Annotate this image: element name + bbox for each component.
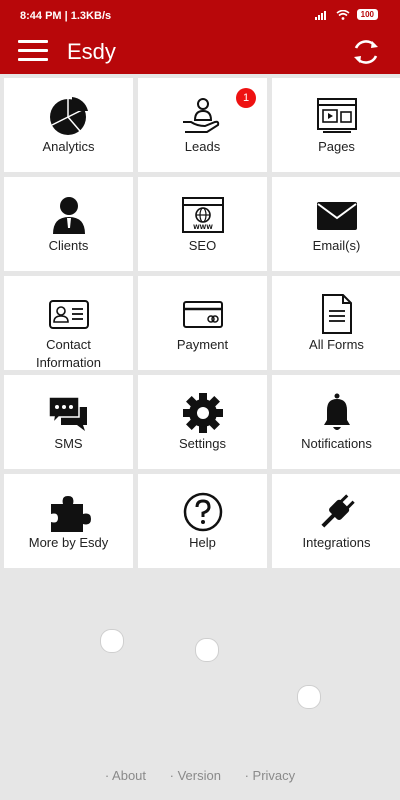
tile-label: Contact Information [35, 337, 102, 370]
tile-sms[interactable]: SMS [4, 375, 133, 469]
tile-payment[interactable]: Payment [138, 276, 267, 370]
tile-label: Pages [318, 139, 355, 154]
footer: · About · Version · Privacy [0, 768, 400, 783]
tile-label: SEO [188, 238, 217, 253]
hamburger-icon [18, 40, 48, 43]
question-circle-icon [181, 492, 225, 532]
tile-label: More by Esdy [28, 535, 109, 550]
chat-bubbles-icon [47, 393, 91, 433]
tile-analytics[interactable]: Analytics [4, 78, 133, 172]
tile-help[interactable]: Help [138, 474, 267, 568]
tile-label: Settings [179, 436, 226, 451]
tile-notifications[interactable]: Notifications [272, 375, 400, 469]
tile-settings[interactable]: Settings [138, 375, 267, 469]
www-browser-icon: WWW [181, 195, 225, 235]
tile-clients[interactable]: Clients [4, 177, 133, 271]
decorative-dot [195, 638, 219, 662]
tile-leads[interactable]: 1 Leads [138, 78, 267, 172]
document-icon [315, 294, 359, 334]
tile-seo[interactable]: WWW SEO [138, 177, 267, 271]
tile-label: Integrations [302, 535, 371, 550]
credit-card-icon [181, 294, 225, 334]
plug-icon [315, 492, 359, 532]
dashboard-grid: Analytics 1 Leads Pages Clients WWW SEO … [4, 78, 400, 568]
menu-button[interactable] [18, 40, 48, 62]
tile-more-by-esdy[interactable]: More by Esdy [4, 474, 133, 568]
pie-chart-icon [47, 96, 91, 136]
app-title: Esdy [67, 39, 116, 64]
tile-label: All Forms [309, 337, 364, 352]
version-link[interactable]: · Version [170, 768, 221, 783]
bell-icon [315, 393, 359, 433]
notification-badge: 1 [236, 88, 256, 108]
status-icons: 100 [314, 9, 378, 20]
tile-label: Notifications [301, 436, 372, 451]
tile-label: Clients [48, 238, 89, 253]
tile-label: Payment [176, 337, 229, 352]
privacy-link[interactable]: · Privacy [245, 768, 296, 783]
tile-pages[interactable]: Pages [272, 78, 400, 172]
tile-label: SMS [54, 436, 83, 451]
about-link[interactable]: · About [105, 768, 146, 783]
hand-person-icon [181, 96, 225, 136]
decorative-dot [100, 629, 124, 653]
client-person-icon [47, 195, 91, 235]
refresh-icon[interactable] [350, 36, 382, 68]
app-bar: Esdy [0, 30, 400, 74]
tile-integrations[interactable]: Integrations [272, 474, 400, 568]
signal-icon [314, 10, 326, 20]
id-card-icon [47, 294, 91, 334]
tile-label: Analytics [42, 139, 95, 154]
web-page-icon [315, 96, 359, 136]
tile-label: Leads [184, 139, 221, 154]
tile-contact-information[interactable]: Contact Information [4, 276, 133, 370]
tile-label: Help [189, 535, 216, 550]
tile-label: Email(s) [312, 238, 361, 253]
status-time-speed: 8:44 PM | 1.3KB/s [20, 10, 112, 22]
status-bar: 8:44 PM | 1.3KB/s 100 [0, 0, 400, 30]
wifi-icon [336, 9, 350, 20]
envelope-icon [315, 195, 359, 235]
decorative-dot [297, 685, 321, 709]
tile-emails[interactable]: Email(s) [272, 177, 400, 271]
gear-icon [181, 393, 225, 433]
svg-text:WWW: WWW [193, 224, 213, 231]
puzzle-icon [47, 492, 91, 532]
tile-all-forms[interactable]: All Forms [272, 276, 400, 370]
battery-indicator: 100 [356, 9, 378, 20]
